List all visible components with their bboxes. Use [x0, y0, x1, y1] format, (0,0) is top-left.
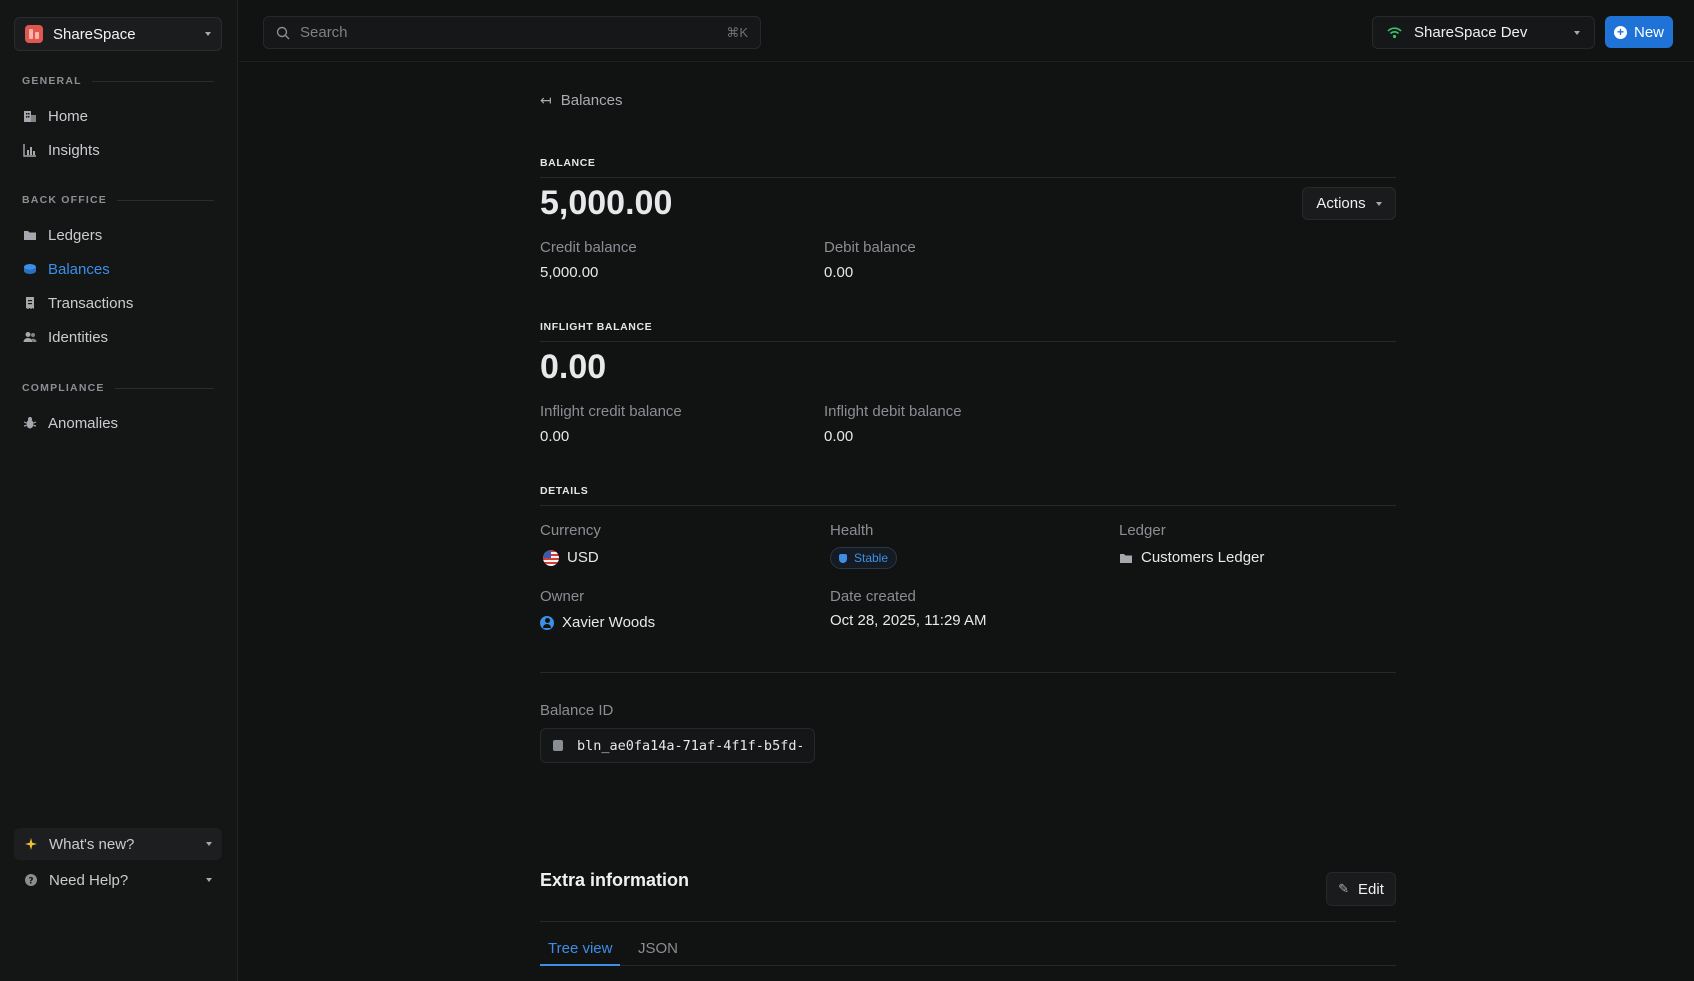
tab-json[interactable]: JSON [630, 932, 686, 966]
health-label: Health [830, 522, 874, 539]
sidebar-item-label: Home [48, 107, 89, 125]
back-arrow-icon: ↤ [540, 92, 552, 108]
bug-icon [23, 417, 37, 429]
folder-icon [1120, 553, 1132, 563]
actions-button[interactable]: Actions [1302, 187, 1396, 220]
inflight-debit-value: 0.00 [824, 428, 854, 445]
need-help-button[interactable]: ? Need Help? [14, 864, 222, 896]
sidebar-item-anomalies[interactable]: Anomalies [14, 408, 222, 438]
new-button-label: New [1633, 23, 1664, 41]
bar-chart-icon [23, 144, 36, 157]
owner-link[interactable]: Xavier Woods [540, 614, 655, 631]
need-help-label: Need Help? [49, 871, 129, 889]
sparkle-icon [25, 838, 37, 850]
sidebar-item-label: Anomalies [48, 414, 119, 432]
environment-name: ShareSpace Dev [1414, 24, 1528, 41]
whats-new-label: What's new? [49, 835, 135, 853]
debit-balance-value: 0.00 [824, 264, 854, 281]
date-created-value: Oct 28, 2025, 11:29 AM [830, 612, 987, 629]
credit-balance-label: Credit balance [540, 239, 637, 256]
health-value: Stable [830, 547, 898, 569]
svg-text:?: ? [28, 877, 33, 887]
edit-button-label: Edit [1358, 880, 1384, 898]
balance-id-value: bln_ae0fa14a-71af-4f1f-b5fd-c [577, 737, 802, 754]
owner-label: Owner [540, 588, 585, 605]
sidebar-item-transactions[interactable]: Transactions [14, 288, 222, 318]
whats-new-button[interactable]: What's new? [14, 828, 222, 860]
wifi-icon [1387, 26, 1402, 38]
pencil-icon: ✎ [1338, 881, 1350, 896]
ledger-link[interactable]: Customers Ledger [1119, 549, 1264, 566]
sidebar-item-identities[interactable]: Identities [14, 322, 222, 352]
search-shortcut: ⌘K [726, 24, 748, 40]
balance-id-copy-field[interactable]: bln_ae0fa14a-71af-4f1f-b5fd-c [540, 728, 815, 763]
section-general-heading: GENERAL [22, 75, 214, 87]
sidebar-item-ledgers[interactable]: Ledgers [14, 220, 222, 250]
divider [540, 921, 1396, 922]
top-bar: Search ⌘K ShareSpace Dev + New [239, 0, 1694, 62]
shield-icon [839, 553, 847, 563]
balance-amount: 5,000.00 [540, 184, 673, 222]
new-button[interactable]: + New [1605, 16, 1673, 48]
extra-info-tabs: Tree view JSON [540, 932, 1396, 966]
building-icon [24, 111, 36, 122]
sidebar-item-label: Ledgers [48, 226, 103, 244]
environment-switcher[interactable]: ShareSpace Dev [1372, 16, 1595, 49]
chevron-down-icon [1375, 201, 1382, 206]
inflight-section-heading: INFLIGHT BALANCE [540, 321, 1396, 342]
sidebar-item-balances[interactable]: Balances [14, 254, 222, 284]
sidebar-item-insights[interactable]: Insights [14, 135, 222, 165]
inflight-amount: 0.00 [540, 348, 607, 386]
currency-value: USD [543, 549, 599, 566]
credit-balance-value: 5,000.00 [540, 264, 599, 281]
sidebar-item-label: Balances [48, 260, 110, 278]
app-root: ShareSpace GENERAL Home Insights BACK OF… [0, 0, 1694, 981]
chevron-down-icon [206, 842, 212, 846]
tab-tree-view[interactable]: Tree view [540, 932, 621, 966]
users-icon [23, 332, 37, 342]
status-badge: Stable [830, 547, 898, 569]
back-link[interactable]: ↤ Balances [540, 92, 622, 109]
sidebar: ShareSpace GENERAL Home Insights BACK OF… [0, 0, 238, 981]
search-icon [276, 26, 290, 39]
workspace-logo-icon [25, 25, 43, 43]
copy-icon[interactable] [553, 740, 563, 751]
receipt-icon [26, 297, 34, 309]
balance-section-heading: BALANCE [540, 157, 1396, 178]
workspace-name: ShareSpace [53, 25, 136, 43]
inflight-credit-value: 0.00 [540, 428, 570, 445]
coins-icon [24, 264, 36, 274]
divider [540, 672, 1396, 673]
sidebar-item-home[interactable]: Home [14, 101, 222, 131]
edit-button[interactable]: ✎ Edit [1326, 872, 1396, 906]
balance-id-label: Balance ID [540, 702, 614, 719]
inflight-debit-label: Inflight debit balance [824, 403, 962, 420]
search-input[interactable]: Search ⌘K [263, 16, 761, 49]
date-created-label: Date created [830, 588, 916, 605]
balance-detail: ↤ Balances BALANCE 5,000.00 Actions Cred… [540, 62, 1396, 981]
workspace-switcher[interactable]: ShareSpace [14, 17, 222, 51]
chevron-down-icon [205, 32, 211, 36]
us-flag-icon [543, 549, 559, 566]
folder-icon [24, 231, 36, 240]
back-link-label: Balances [560, 92, 623, 109]
search-placeholder: Search [300, 24, 348, 41]
plus-circle-icon: + [1613, 25, 1627, 39]
section-back-office-heading: BACK OFFICE [22, 194, 214, 206]
details-section-heading: DETAILS [540, 485, 1396, 506]
chevron-down-icon [1574, 30, 1580, 35]
help-circle-icon: ? [25, 874, 37, 887]
section-compliance-heading: COMPLIANCE [22, 382, 214, 394]
currency-label: Currency [540, 522, 601, 539]
inflight-credit-label: Inflight credit balance [540, 403, 682, 420]
ledger-label: Ledger [1119, 522, 1166, 539]
extra-information-title: Extra information [540, 870, 690, 890]
chevron-down-icon [206, 878, 212, 882]
sidebar-item-label: Insights [48, 141, 100, 159]
sidebar-item-label: Transactions [48, 294, 134, 312]
actions-button-label: Actions [1316, 195, 1366, 212]
user-circle-icon [540, 615, 554, 630]
debit-balance-label: Debit balance [824, 239, 916, 256]
sidebar-item-label: Identities [48, 328, 109, 346]
